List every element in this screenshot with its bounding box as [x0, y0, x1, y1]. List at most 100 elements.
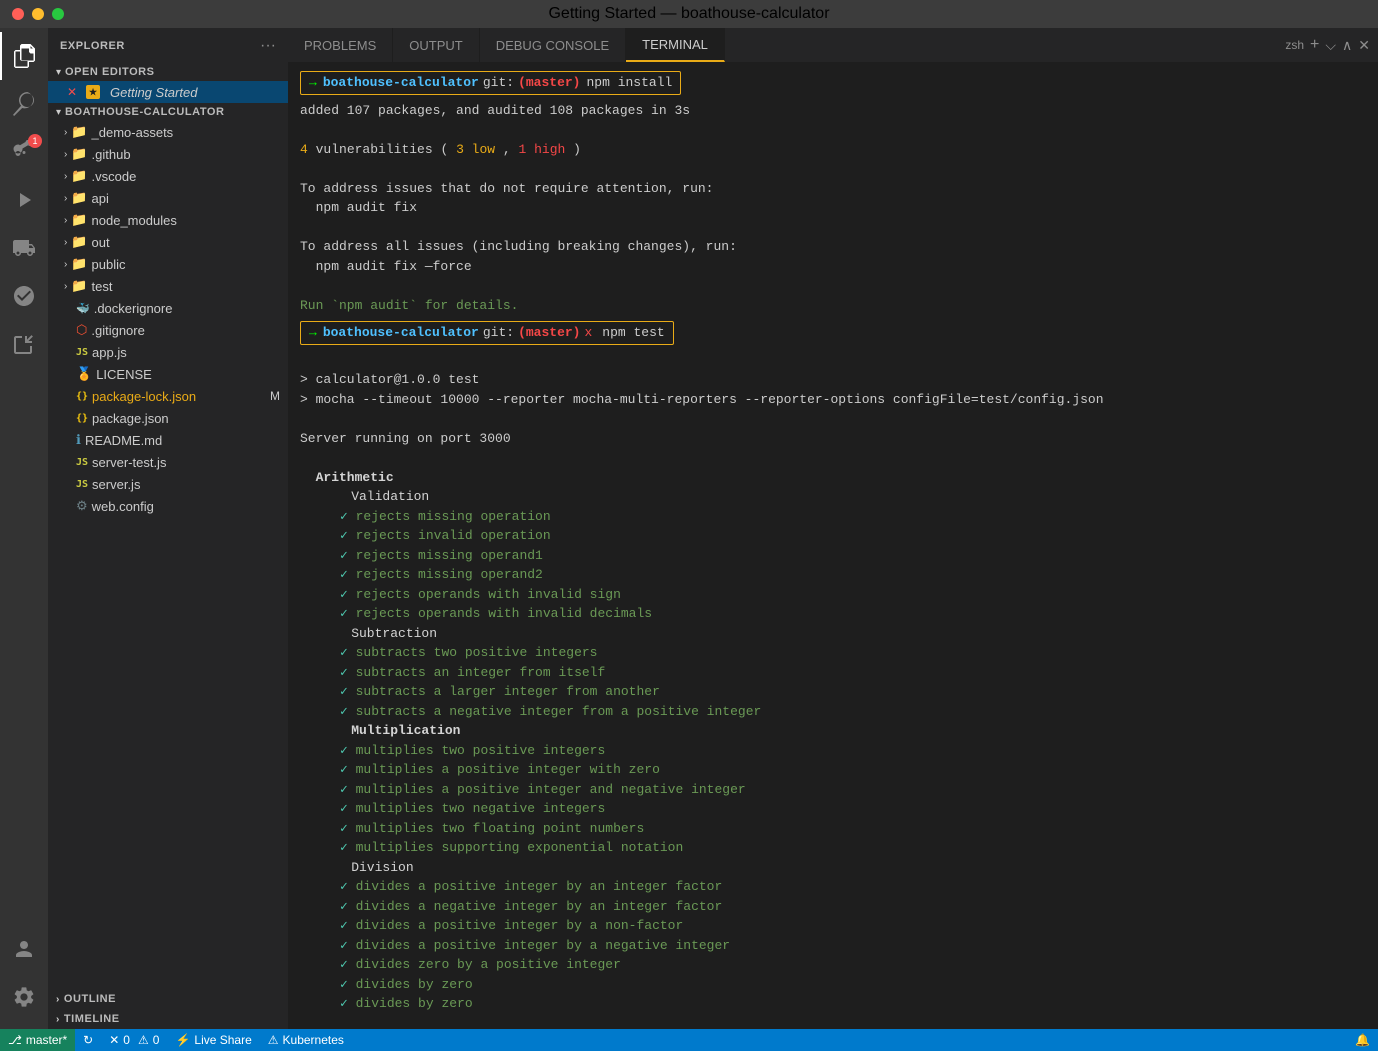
sidebar-item-search[interactable] — [0, 80, 48, 128]
sidebar-item-source-control[interactable]: 1 — [0, 128, 48, 176]
file-out[interactable]: › 📁 out — [48, 231, 288, 253]
maximize-button[interactable] — [52, 8, 64, 20]
outline-section[interactable]: › OUTLINE — [48, 989, 288, 1009]
accounts-icon[interactable] — [0, 925, 48, 973]
error-icon: ✕ — [109, 1033, 119, 1047]
status-bar: ⎇ master* ↻ ✕ 0 ⚠ 0 ⚡ Live Share ⚠ Kuber… — [0, 1029, 1378, 1051]
live-share-icon: ⚡ — [175, 1033, 190, 1047]
close-button[interactable] — [12, 8, 24, 20]
test-subsection-division: Division — [300, 858, 1366, 878]
file-test[interactable]: › 📁 test — [48, 275, 288, 297]
open-editor-item-getting-started[interactable]: ✕ ★ Getting Started — [48, 81, 288, 103]
modified-badge: M — [270, 389, 280, 403]
expand-icon[interactable]: ∧ — [1342, 37, 1352, 54]
docker-icon: 🐳 — [76, 302, 90, 315]
open-editor-filename: Getting Started — [110, 85, 197, 100]
folder-icon: 📁 — [71, 212, 87, 228]
project-label: BOATHOUSE-CALCULATOR — [65, 106, 225, 118]
js-icon4: JS — [76, 479, 88, 490]
js-icon: JS — [76, 347, 88, 358]
file-github[interactable]: › 📁 .github — [48, 143, 288, 165]
sidebar-item-testing[interactable] — [0, 320, 48, 368]
bell-icon: 🔔 — [1355, 1033, 1370, 1047]
terminal-content[interactable]: → boathouse-calculator git: (master) npm… — [288, 63, 1378, 1029]
file-public[interactable]: › 📁 public — [48, 253, 288, 275]
file-server-js[interactable]: JS server.js — [48, 473, 288, 495]
tab-problems[interactable]: PROBLEMS — [288, 28, 393, 62]
content-area: PROBLEMS OUTPUT DEBUG CONSOLE TERMINAL z… — [288, 28, 1378, 1029]
config-icon: ⚙ — [76, 498, 88, 514]
status-live-share[interactable]: ⚡ Live Share — [167, 1029, 259, 1051]
folder-icon: 📁 — [71, 256, 87, 272]
traffic-lights — [12, 8, 64, 20]
license-icon: 🏅 — [76, 366, 92, 382]
md-icon: ℹ — [76, 432, 81, 448]
tab-output[interactable]: OUTPUT — [393, 28, 479, 62]
js-icon3: JS — [76, 457, 88, 468]
prompt-arrow-1: → — [309, 73, 317, 93]
kubernetes-label: Kubernetes — [283, 1033, 344, 1047]
folder-icon: 📁 — [71, 168, 87, 184]
timeline-section[interactable]: › TIMELINE — [48, 1009, 288, 1029]
prompt-branch-2: (master) — [518, 323, 580, 343]
settings-icon[interactable] — [0, 973, 48, 1021]
terminal-shell-label: zsh — [1285, 38, 1304, 52]
status-errors[interactable]: ✕ 0 ⚠ 0 — [101, 1029, 167, 1051]
prompt-git-2: git: — [483, 323, 514, 343]
file-dockerignore[interactable]: 🐳 .dockerignore — [48, 297, 288, 319]
file-server-test[interactable]: JS server-test.js — [48, 451, 288, 473]
tab-bar: PROBLEMS OUTPUT DEBUG CONSOLE TERMINAL z… — [288, 28, 1378, 63]
file-node-modules[interactable]: › 📁 node_modules — [48, 209, 288, 231]
prompt-git-1: git: — [483, 73, 514, 93]
sidebar: EXPLORER ··· ▾ OPEN EDITORS ✕ ★ Getting … — [48, 28, 288, 1029]
file-readme[interactable]: ℹ README.md — [48, 429, 288, 451]
terminal-prompt-2: → boathouse-calculator git: (master) x n… — [300, 321, 1366, 347]
file-demo-assets[interactable]: › 📁 _demo-assets — [48, 121, 288, 143]
warning-count: 0 — [153, 1033, 160, 1047]
sidebar-item-run[interactable] — [0, 176, 48, 224]
status-sync[interactable]: ↻ — [75, 1029, 101, 1051]
status-notifications[interactable]: 🔔 — [1347, 1029, 1378, 1051]
chevron-project: ▾ — [56, 107, 61, 118]
getting-started-file-icon: ★ — [86, 85, 100, 99]
open-editors-section[interactable]: ▾ OPEN EDITORS — [48, 63, 288, 81]
warning-icon: ⚠ — [138, 1033, 149, 1047]
close-file-icon[interactable]: ✕ — [64, 84, 80, 100]
prompt-arrow-2: → — [309, 323, 317, 343]
status-kubernetes[interactable]: ⚠ Kubernetes — [260, 1029, 352, 1051]
outline-label: OUTLINE — [64, 993, 116, 1005]
titlebar: Getting Started — boathouse-calculator — [0, 0, 1378, 28]
test-subsection-subtraction: Subtraction — [300, 624, 1366, 644]
folder-icon: 📁 — [71, 146, 87, 162]
status-remote[interactable]: ⎇ master* — [0, 1029, 75, 1051]
file-api[interactable]: › 📁 api — [48, 187, 288, 209]
test-section-arithmetic: Arithmetic — [300, 468, 1366, 488]
tab-terminal[interactable]: TERMINAL — [626, 28, 725, 62]
sidebar-item-remote[interactable] — [0, 272, 48, 320]
file-package-lock[interactable]: {} package-lock.json M — [48, 385, 288, 407]
sync-icon: ↻ — [83, 1033, 93, 1047]
file-web-config[interactable]: ⚙ web.config — [48, 495, 288, 517]
file-license[interactable]: 🏅 LICENSE — [48, 363, 288, 385]
minimize-button[interactable] — [32, 8, 44, 20]
git-icon: ⬡ — [76, 322, 87, 338]
close-terminal-icon[interactable]: ✕ — [1358, 37, 1370, 54]
tab-debug-console[interactable]: DEBUG CONSOLE — [480, 28, 626, 62]
folder-icon: 📁 — [71, 190, 87, 206]
file-package-json[interactable]: {} package.json — [48, 407, 288, 429]
sidebar-item-explorer[interactable] — [0, 32, 48, 80]
file-gitignore[interactable]: ⬡ .gitignore — [48, 319, 288, 341]
timeline-label: TIMELINE — [64, 1013, 120, 1025]
terminal-toolbar-actions: zsh + ⌵ ∧ ✕ — [1285, 28, 1378, 62]
file-app-js[interactable]: JS app.js — [48, 341, 288, 363]
kubernetes-icon: ⚠ — [268, 1033, 279, 1047]
project-section[interactable]: ▾ BOATHOUSE-CALCULATOR — [48, 103, 288, 121]
npm-test-output: > calculator@1.0.0 test > mocha --timeou… — [300, 351, 1366, 1030]
status-left: ⎇ master* ↻ ✕ 0 ⚠ 0 ⚡ Live Share ⚠ Kuber… — [0, 1029, 352, 1051]
sidebar-more-icon[interactable]: ··· — [260, 37, 276, 55]
add-terminal-icon[interactable]: + — [1310, 36, 1319, 54]
open-editors-label: OPEN EDITORS — [65, 66, 155, 78]
file-vscode[interactable]: › 📁 .vscode — [48, 165, 288, 187]
sidebar-item-extensions[interactable] — [0, 224, 48, 272]
split-terminal-icon[interactable]: ⌵ — [1325, 37, 1336, 54]
